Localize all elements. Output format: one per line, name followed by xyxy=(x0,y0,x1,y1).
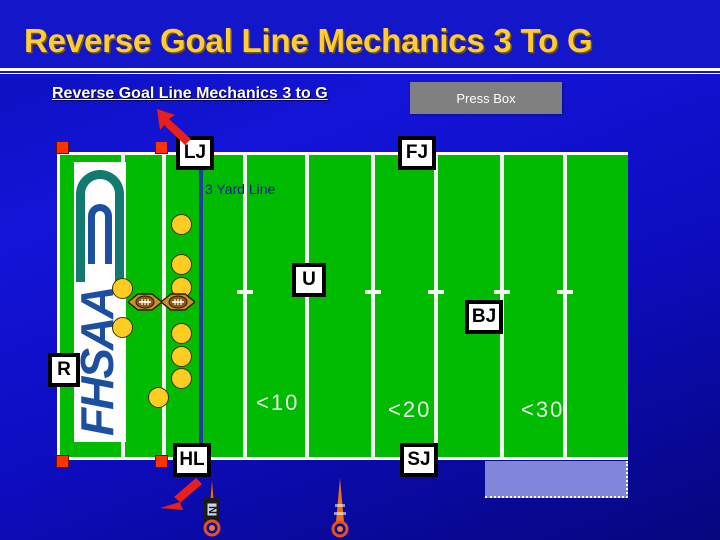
yard-line xyxy=(371,155,375,457)
fhsaa-logo-rotated: FHSAA xyxy=(74,162,126,442)
fhsaa-logo-text: FHSAA xyxy=(74,287,123,436)
official-marker-referee[interactable]: R xyxy=(48,353,80,387)
press-box-label: Press Box xyxy=(410,82,562,114)
hash-mark xyxy=(428,290,444,294)
player-token[interactable] xyxy=(171,346,192,367)
player-token[interactable] xyxy=(148,387,169,408)
yard-number: <20 xyxy=(388,397,432,422)
fhsaa-logo: FHSAA xyxy=(74,162,126,442)
sideline-marker xyxy=(155,455,168,468)
official-marker-back-judge[interactable]: BJ xyxy=(465,300,503,334)
football-icon xyxy=(159,293,197,311)
yard-line-annotation: 3 Yard Line xyxy=(205,181,276,197)
hash-mark xyxy=(557,290,573,294)
hash-mark xyxy=(237,290,253,294)
yard-number: <30 xyxy=(521,397,565,422)
slide-canvas: Reverse Goal Line Mechanics 3 To G Rever… xyxy=(0,0,720,540)
official-marker-umpire[interactable]: U xyxy=(292,263,326,297)
goal-line xyxy=(199,154,203,464)
yard-line xyxy=(305,155,309,457)
title-divider-inner xyxy=(0,71,720,73)
yard-line xyxy=(243,155,247,457)
official-marker-side-judge[interactable]: SJ xyxy=(400,443,438,477)
football-icon xyxy=(126,293,164,311)
player-token[interactable] xyxy=(171,254,192,275)
lavender-callout-box xyxy=(485,461,628,498)
press-box-text: Press Box xyxy=(456,90,516,106)
sideline-marker xyxy=(56,455,69,468)
hash-mark xyxy=(365,290,381,294)
yard-number: <10 xyxy=(256,390,300,415)
player-token[interactable] xyxy=(112,317,133,338)
svg-text:N: N xyxy=(206,506,218,514)
fhsaa-logo-swoosh-inner-icon xyxy=(88,204,112,264)
official-marker-field-judge[interactable]: FJ xyxy=(398,136,436,170)
player-token[interactable] xyxy=(171,214,192,235)
arrow-to-line-judge xyxy=(157,109,191,145)
subtitle-text: Reverse Goal Line Mechanics 3 to G xyxy=(52,85,328,102)
arrow-to-head-linesman xyxy=(160,478,202,510)
yard-line xyxy=(434,155,438,457)
sideline-marker xyxy=(56,141,69,154)
player-token[interactable] xyxy=(171,368,192,389)
down-marker-cone xyxy=(328,478,352,540)
page-title: Reverse Goal Line Mechanics 3 To G xyxy=(24,22,593,59)
player-token[interactable] xyxy=(171,323,192,344)
hash-mark xyxy=(494,290,510,294)
